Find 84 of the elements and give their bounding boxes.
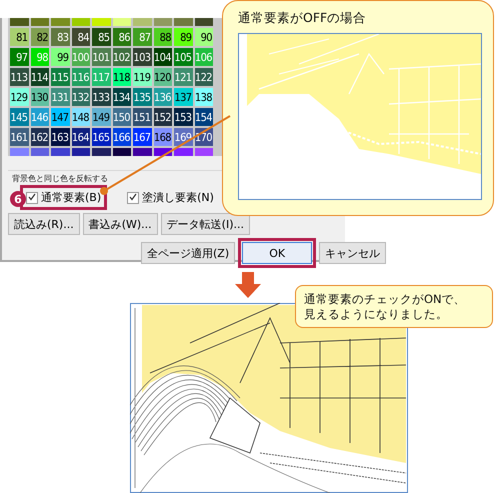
file-button[interactable]: 読込み(R)... — [8, 213, 80, 235]
color-swatch[interactable] — [30, 148, 49, 156]
file-button[interactable]: データ転送(I)... — [160, 213, 250, 235]
color-swatch[interactable] — [112, 18, 131, 26]
color-swatch[interactable]: 163 — [51, 128, 70, 146]
color-swatch[interactable]: 150 — [112, 108, 131, 126]
color-swatch[interactable]: 134 — [112, 88, 131, 106]
color-swatch[interactable] — [133, 18, 152, 26]
color-swatch[interactable]: 103 — [133, 48, 152, 66]
color-swatch[interactable]: 99 — [51, 48, 70, 66]
color-swatch[interactable] — [51, 18, 70, 26]
color-swatch[interactable] — [72, 18, 90, 26]
color-swatch[interactable]: 90 — [194, 28, 213, 46]
callout-text: 通常要素のチェックがONで、見えるようになりました。 — [304, 292, 467, 322]
step-badge: 6 — [10, 191, 26, 207]
color-swatch[interactable] — [92, 18, 110, 26]
color-swatch[interactable]: 81 — [10, 28, 28, 46]
color-swatch[interactable]: 161 — [10, 128, 28, 146]
color-swatch[interactable]: 162 — [30, 128, 49, 146]
color-swatch[interactable]: 168 — [154, 128, 172, 146]
color-swatch[interactable] — [92, 148, 110, 156]
color-swatch[interactable]: 131 — [51, 88, 70, 106]
color-swatch[interactable]: 154 — [194, 108, 213, 126]
color-swatch[interactable]: 149 — [92, 108, 110, 126]
color-swatch[interactable]: 120 — [154, 68, 172, 86]
color-swatch[interactable]: 84 — [72, 28, 90, 46]
color-swatch[interactable]: 101 — [92, 48, 110, 66]
color-swatch[interactable] — [51, 148, 70, 156]
color-swatch[interactable] — [154, 18, 172, 26]
color-swatch[interactable] — [194, 148, 213, 156]
color-swatch[interactable]: 130 — [30, 88, 49, 106]
checkbox[interactable]: 通常要素(B) — [26, 190, 102, 205]
color-swatch[interactable]: 129 — [10, 88, 28, 106]
color-swatch[interactable]: 104 — [154, 48, 172, 66]
callout-title: 通常要素がOFFの場合 — [238, 10, 368, 27]
color-swatch[interactable]: 148 — [72, 108, 90, 126]
color-swatch[interactable] — [194, 18, 213, 26]
color-swatch[interactable]: 88 — [154, 28, 172, 46]
color-swatch[interactable] — [30, 18, 49, 26]
color-swatch[interactable]: 152 — [154, 108, 172, 126]
arrow-icon — [235, 272, 261, 298]
color-swatch[interactable]: 165 — [92, 128, 110, 146]
checkbox-label: 通常要素(B) — [41, 190, 102, 205]
group-label: 背景色と同じ色を反転する — [12, 173, 108, 184]
checkbox-label: 塗潰し要素(N) — [142, 190, 214, 205]
color-swatch[interactable]: 151 — [133, 108, 152, 126]
color-swatch[interactable]: 86 — [112, 28, 131, 46]
color-swatch[interactable]: 85 — [92, 28, 110, 46]
color-swatch[interactable]: 97 — [10, 48, 28, 66]
color-swatch[interactable] — [72, 148, 90, 156]
color-swatch[interactable]: 89 — [174, 28, 192, 46]
color-swatch[interactable]: 164 — [72, 128, 90, 146]
color-swatch[interactable]: 114 — [30, 68, 49, 86]
color-swatch[interactable]: 138 — [194, 88, 213, 106]
color-swatch[interactable]: 167 — [133, 128, 152, 146]
dialog-button[interactable]: キャンセル — [319, 242, 386, 264]
color-swatch[interactable]: 147 — [51, 108, 70, 126]
color-swatch[interactable]: 105 — [174, 48, 192, 66]
color-swatch[interactable]: 121 — [174, 68, 192, 86]
color-swatch[interactable]: 102 — [112, 48, 131, 66]
ok-button[interactable]: OK — [242, 242, 312, 264]
color-swatch[interactable]: 83 — [51, 28, 70, 46]
color-swatch[interactable]: 113 — [10, 68, 28, 86]
color-swatch[interactable]: 166 — [112, 128, 131, 146]
checkbox[interactable]: 塗潰し要素(N) — [127, 190, 214, 205]
color-swatch[interactable]: 119 — [133, 68, 152, 86]
color-swatch[interactable] — [174, 18, 192, 26]
color-swatch[interactable]: 82 — [30, 28, 49, 46]
color-swatch[interactable] — [133, 148, 152, 156]
color-swatch[interactable] — [112, 148, 131, 156]
color-swatch[interactable]: 153 — [174, 108, 192, 126]
color-swatch[interactable]: 115 — [51, 68, 70, 86]
color-swatch[interactable]: 135 — [133, 88, 152, 106]
color-swatch[interactable]: 133 — [92, 88, 110, 106]
color-swatch[interactable] — [10, 18, 28, 26]
color-swatch[interactable]: 145 — [10, 108, 28, 126]
color-swatch[interactable]: 118 — [112, 68, 131, 86]
file-button[interactable]: 書込み(W)... — [82, 213, 158, 235]
color-swatch[interactable]: 122 — [194, 68, 213, 86]
color-swatch[interactable] — [174, 148, 192, 156]
color-swatch[interactable] — [10, 148, 28, 156]
dialog-button[interactable]: 全ページ適用(Z) — [141, 242, 236, 264]
color-swatch[interactable]: 137 — [174, 88, 192, 106]
color-swatch[interactable]: 132 — [72, 88, 90, 106]
